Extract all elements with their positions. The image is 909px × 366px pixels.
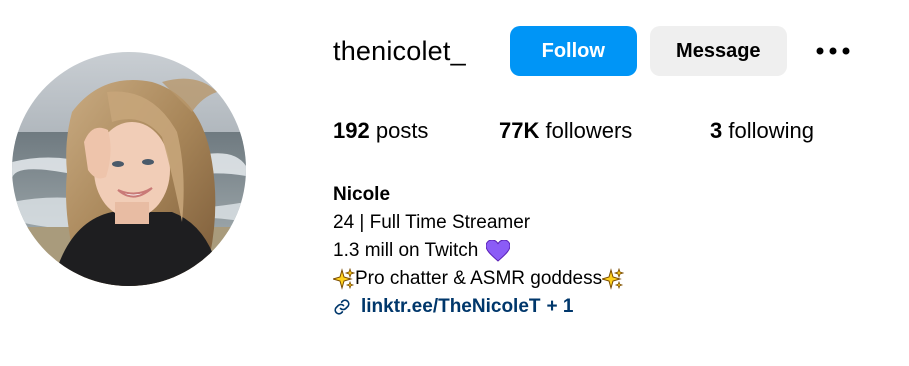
posts-count[interactable]: 192 posts (333, 118, 428, 144)
purple-heart-icon (486, 240, 511, 262)
following-number: 3 (710, 118, 723, 143)
link-icon (333, 298, 351, 316)
profile-header: thenicolet_ Follow Message (333, 26, 853, 76)
profile-bio: Nicole 24 | Full Time Streamer 1.3 mill … (333, 181, 625, 321)
posts-number: 192 (333, 118, 370, 143)
followers-number: 77K (499, 118, 540, 143)
avatar-photo (12, 52, 246, 286)
followers-label: followers (545, 118, 633, 143)
bio-line-3: Pro chatter & ASMR goddess (333, 265, 625, 293)
followers-count[interactable]: 77K followers (499, 118, 632, 144)
bio-line-1: 24 | Full Time Streamer (333, 212, 531, 233)
sparkles-icon (333, 268, 355, 290)
bio-link[interactable]: linktr.ee/TheNicoleT + 1 (333, 293, 624, 321)
following-label: following (728, 118, 814, 143)
profile-avatar[interactable] (12, 52, 246, 286)
posts-label: posts (375, 118, 429, 143)
bio-line-2: 1.3 mill on Twitch (333, 237, 624, 265)
sparkles-icon (602, 268, 625, 290)
bio-link-extra[interactable]: + 1 (547, 293, 574, 321)
username[interactable]: thenicolet_ (333, 36, 466, 67)
more-options-button[interactable] (813, 31, 853, 71)
bio-line-3-text: Pro chatter & ASMR goddess (355, 268, 603, 289)
follow-button[interactable]: Follow (509, 26, 637, 76)
bio-link-text[interactable]: linktr.ee/TheNicoleT (361, 293, 541, 321)
more-horizontal-icon (816, 47, 850, 55)
message-button[interactable]: Message (649, 26, 787, 76)
profile-page: thenicolet_ Follow Message 192 posts 77K… (0, 0, 909, 366)
following-count[interactable]: 3 following (710, 118, 814, 144)
display-name: Nicole (333, 184, 391, 205)
bio-line-2-text: 1.3 mill on Twitch (333, 240, 479, 261)
